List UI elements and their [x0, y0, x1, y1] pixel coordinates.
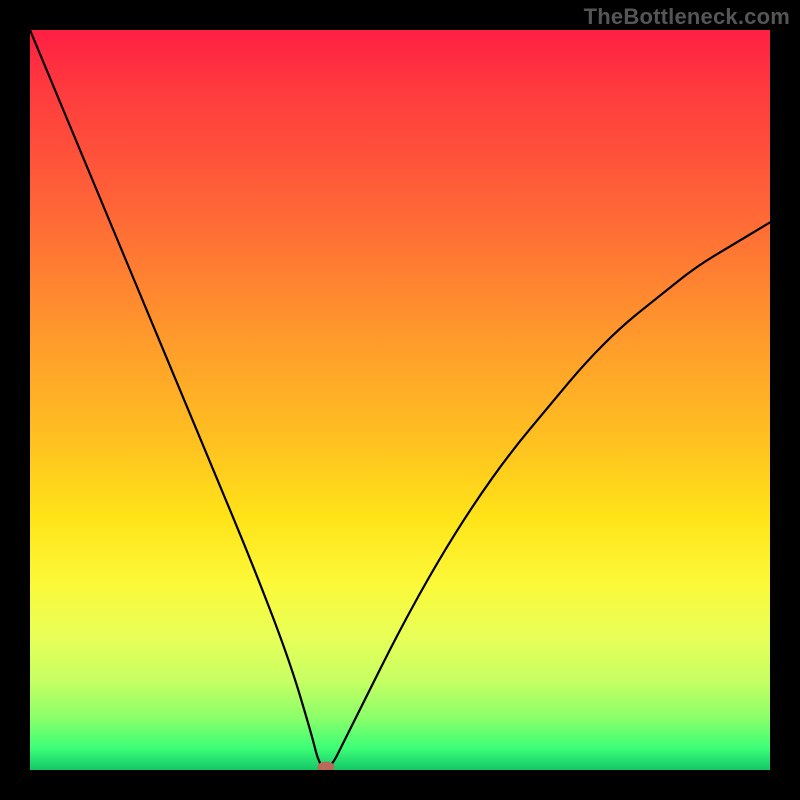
watermark-text: TheBottleneck.com — [584, 4, 790, 30]
chart-frame: TheBottleneck.com — [0, 0, 800, 800]
bottleneck-curve-svg — [30, 30, 770, 770]
minimum-marker — [318, 762, 334, 770]
plot-area — [30, 30, 770, 770]
bottleneck-curve — [30, 30, 770, 768]
